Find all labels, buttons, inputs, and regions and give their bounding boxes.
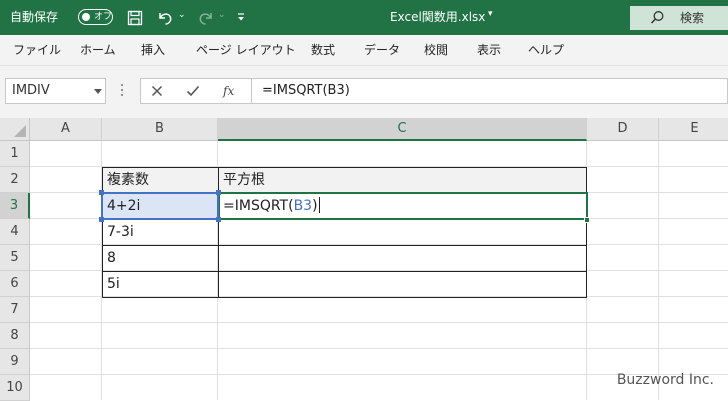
- save-icon[interactable]: [127, 10, 143, 26]
- row-header-6[interactable]: 6: [0, 271, 30, 297]
- tab-data[interactable]: データ: [364, 35, 400, 65]
- cell-b4[interactable]: 7-3i: [102, 219, 219, 246]
- tab-file[interactable]: ファイル: [13, 35, 61, 65]
- cell-b6[interactable]: 5i: [102, 271, 219, 298]
- autosave-label: 自動保存: [10, 10, 59, 24]
- row-header-9[interactable]: 9: [0, 349, 30, 375]
- tab-help[interactable]: ヘルプ: [528, 35, 564, 65]
- autosave-state: オフ: [94, 12, 113, 22]
- row-header-4[interactable]: 4: [0, 219, 30, 245]
- enter-check-icon[interactable]: [186, 85, 200, 97]
- cell-b5[interactable]: 8: [102, 245, 219, 272]
- search-icon: [650, 11, 664, 24]
- select-all-triangle-icon: [14, 125, 26, 137]
- insert-function-icon[interactable]: fx: [223, 79, 234, 103]
- name-box[interactable]: IMDIV: [5, 78, 106, 104]
- row-header-3[interactable]: 3: [0, 193, 30, 219]
- title-bar: 自動保存 オフ ⌄ ⌄ Excel関数用.xlsx ▾ 検索: [0, 0, 728, 35]
- tab-formulas[interactable]: 数式: [311, 35, 335, 65]
- edit-suffix: ): [312, 198, 318, 214]
- column-header-e[interactable]: E: [659, 118, 728, 141]
- fill-handle[interactable]: [584, 217, 590, 223]
- reference-handle-br[interactable]: [216, 217, 221, 222]
- edit-prefix: =IMSQRT(: [223, 198, 294, 214]
- select-all-corner[interactable]: [0, 118, 30, 141]
- autosave-toggle[interactable]: オフ: [78, 9, 113, 25]
- row-header-2[interactable]: 2: [0, 167, 30, 193]
- cell-c2-header[interactable]: 平方根: [218, 167, 587, 194]
- undo-dropdown-icon[interactable]: ⌄: [178, 10, 186, 20]
- file-name: Excel関数用.xlsx: [390, 10, 486, 24]
- edit-reference: B3: [293, 198, 313, 214]
- watermark: Buzzword Inc.: [616, 372, 714, 388]
- tab-review[interactable]: 校閲: [424, 35, 448, 65]
- more-options-icon[interactable]: [120, 83, 124, 97]
- column-header-d[interactable]: D: [587, 118, 659, 141]
- formula-input[interactable]: =IMSQRT(B3): [252, 78, 728, 104]
- cell-c6[interactable]: [218, 271, 587, 298]
- tab-page-layout[interactable]: ページ レイアウト: [196, 35, 296, 65]
- formula-text: =IMSQRT(B3): [262, 83, 350, 98]
- toggle-knob: [82, 13, 90, 21]
- chevron-down-icon[interactable]: [94, 89, 102, 95]
- formula-actions: fx: [140, 78, 252, 104]
- ribbon-tabs: ファイル ホーム 挿入 ページ レイアウト 数式 データ 校閲 表示 ヘルプ: [0, 35, 728, 66]
- formula-bar: IMDIV fx =IMSQRT(B3): [0, 66, 728, 118]
- column-header-b[interactable]: B: [102, 118, 218, 141]
- reference-handle-bl[interactable]: [99, 217, 104, 222]
- row-header-7[interactable]: 7: [0, 297, 30, 323]
- cell-b2-header[interactable]: 複素数: [102, 167, 219, 194]
- tab-view[interactable]: 表示: [477, 35, 501, 65]
- row-header-10[interactable]: 10: [0, 375, 30, 401]
- cell-b3[interactable]: 4+2i: [102, 193, 219, 220]
- cell-c4[interactable]: [218, 219, 587, 246]
- customize-toolbar-icon[interactable]: [236, 12, 246, 22]
- tab-home[interactable]: ホーム: [80, 35, 116, 65]
- search-label: 検索: [680, 11, 705, 25]
- cell-c5[interactable]: [218, 245, 587, 272]
- reference-handle-tl[interactable]: [99, 190, 104, 195]
- cancel-icon[interactable]: [151, 85, 163, 97]
- text-cursor: [318, 197, 320, 213]
- column-header-a[interactable]: A: [30, 118, 102, 141]
- search-box[interactable]: 検索: [630, 6, 728, 30]
- tab-insert[interactable]: 挿入: [141, 35, 165, 65]
- row-header-1[interactable]: 1: [0, 141, 30, 167]
- name-box-value: IMDIV: [12, 83, 50, 98]
- column-header-c[interactable]: C: [218, 118, 587, 141]
- reference-handle-tr[interactable]: [216, 190, 221, 195]
- row-header-8[interactable]: 8: [0, 323, 30, 349]
- cell-c3-editing[interactable]: =IMSQRT(B3): [218, 193, 587, 220]
- worksheet-grid: A B C D E 1 2 3 4 5 6 7 8 9 10 複素数 平方根 4…: [0, 118, 728, 401]
- undo-icon[interactable]: [156, 9, 174, 26]
- row-header-5[interactable]: 5: [0, 245, 30, 271]
- redo-icon: [199, 13, 212, 25]
- redo-dropdown-icon: ⌄: [218, 10, 226, 20]
- filename-dropdown-icon[interactable]: ▾: [488, 9, 493, 19]
